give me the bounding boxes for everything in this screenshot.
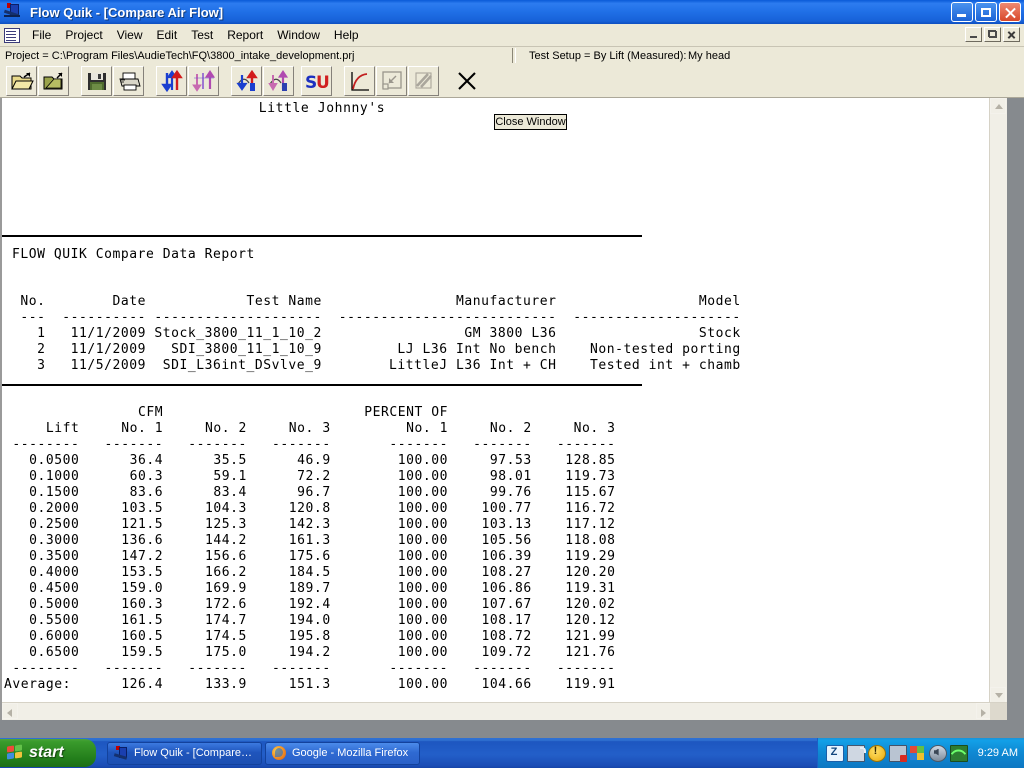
flow-data-table: CFM PERCENT OF Lift No. 1 No. 2 No. 3 No… <box>4 405 616 692</box>
menu-item-report[interactable]: Report <box>220 26 270 44</box>
window-controls <box>951 2 1021 22</box>
report-top-rule <box>2 235 642 237</box>
info-bar: Project = C:\Program Files\AudieTech\FQ\… <box>0 47 1024 64</box>
taskbar-item-flowquik[interactable]: Flow Quik - [Compare… <box>107 741 262 765</box>
network-icon[interactable] <box>846 744 866 762</box>
system-tray: 9:29 AM <box>816 738 1024 768</box>
open-test-icon[interactable] <box>38 65 69 96</box>
network-disconnected-icon[interactable] <box>888 744 907 762</box>
flowquik-app-icon <box>3 2 25 22</box>
compare-air-flow-report: Little Johnny's FLOW QUIK Compare Data R… <box>0 98 1007 720</box>
toolbar: S U <box>0 64 1024 98</box>
report-vertical-scrollbar[interactable] <box>989 98 1007 720</box>
start-label: start <box>29 744 64 761</box>
scroll-left-button[interactable] <box>2 703 18 719</box>
window-title: Flow Quik - [Compare Air Flow] <box>30 4 224 20</box>
warning-icon[interactable] <box>867 744 886 762</box>
print-icon[interactable] <box>113 65 144 96</box>
taskbar-clock[interactable]: 9:29 AM <box>978 747 1018 759</box>
taskbar: start Flow Quik - [Compare… Google - Moz… <box>0 738 1024 768</box>
close-x-icon[interactable] <box>451 65 482 96</box>
menu-item-file[interactable]: File <box>25 26 58 44</box>
flow-test-alt-icon[interactable] <box>188 65 219 96</box>
windows-flag-icon <box>7 744 24 761</box>
curve-graph-icon[interactable] <box>344 65 375 96</box>
test-setup-value: My head <box>688 49 731 62</box>
minimize-button[interactable] <box>951 2 973 22</box>
taskbar-item-firefox[interactable]: Google - Mozilla Firefox <box>265 741 420 765</box>
su-icon[interactable]: S U <box>301 65 332 96</box>
intake-test-icon[interactable] <box>231 65 262 96</box>
menu-item-project[interactable]: Project <box>58 26 109 44</box>
infobar-divider <box>512 48 516 63</box>
svg-text:U: U <box>316 73 329 93</box>
report-horizontal-scrollbar[interactable] <box>2 702 1007 720</box>
wireless-signal-icon[interactable] <box>949 744 968 762</box>
zoom-region-icon[interactable] <box>376 65 407 96</box>
title-bar: Flow Quik - [Compare Air Flow] <box>0 0 1024 24</box>
firefox-icon <box>272 746 287 760</box>
taskbar-buttons: Flow Quik - [Compare… Google - Mozilla F… <box>107 741 420 765</box>
scroll-up-button[interactable] <box>990 98 1006 114</box>
tests-summary-table: No. Date Test Name Manufacturer Model --… <box>20 294 741 373</box>
close-window-button[interactable]: Close Window <box>494 114 567 130</box>
start-button[interactable]: start <box>0 739 96 767</box>
mdi-minimize-button[interactable] <box>965 27 982 42</box>
flow-test-icon[interactable] <box>156 65 187 96</box>
maximize-button[interactable] <box>975 2 997 22</box>
scrollbar-corner <box>990 703 1007 720</box>
menu-item-test[interactable]: Test <box>184 26 220 44</box>
project-path: Project = C:\Program Files\AudieTech\FQ\… <box>5 49 355 62</box>
application-window: Flow Quik - [Compare Air Flow] File Proj… <box>0 0 1024 768</box>
save-icon[interactable] <box>81 65 112 96</box>
scroll-down-button[interactable] <box>990 687 1006 703</box>
menu-item-edit[interactable]: Edit <box>150 26 185 44</box>
test-setup-label: Test Setup = By Lift (Measured): <box>529 49 687 62</box>
document-grid-icon <box>4 27 20 43</box>
close-button[interactable] <box>999 2 1021 22</box>
flowquik-taskbar-icon <box>113 746 129 760</box>
menu-item-help[interactable]: Help <box>327 26 366 44</box>
intake-test-alt-icon[interactable] <box>263 65 294 96</box>
mdi-close-button[interactable] <box>1003 27 1020 42</box>
mdi-client-area: Little Johnny's FLOW QUIK Compare Data R… <box>0 98 1024 738</box>
mdi-maximize-button[interactable] <box>984 27 1001 42</box>
menu-item-window[interactable]: Window <box>270 26 327 44</box>
taskbar-item-label: Flow Quik - [Compare… <box>134 747 252 759</box>
taskbar-item-label: Google - Mozilla Firefox <box>292 747 409 759</box>
zonealarm-icon[interactable] <box>825 744 844 762</box>
open-project-icon[interactable] <box>6 65 37 96</box>
security-center-icon[interactable] <box>909 745 926 761</box>
volume-icon[interactable] <box>928 744 947 762</box>
menu-item-view[interactable]: View <box>110 26 150 44</box>
hatch-icon[interactable] <box>408 65 439 96</box>
menu-bar: File Project View Edit Test Report Windo… <box>0 24 1024 47</box>
report-label: FLOW QUIK Compare Data Report <box>12 247 255 262</box>
mdi-window-controls <box>965 27 1020 42</box>
report-mid-rule <box>2 384 642 386</box>
